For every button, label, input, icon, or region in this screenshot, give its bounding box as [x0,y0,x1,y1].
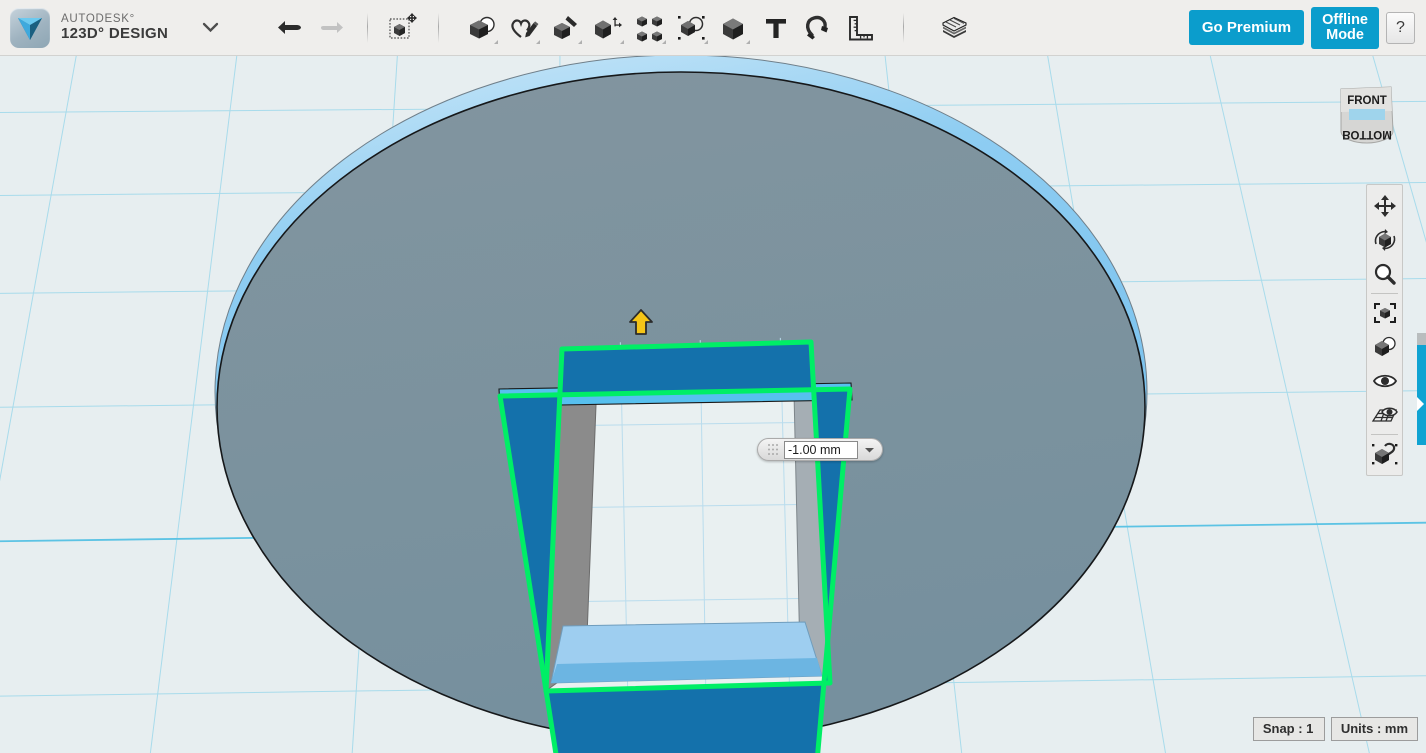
magnifier-zoom-icon[interactable] [1368,257,1401,291]
dropdown-corner-icon [746,39,751,44]
viewport-3d[interactable]: FRONT BOTTOM -1.00 mm Snap: 1 Units: m… [0,56,1426,753]
redo-button [311,6,353,50]
grid-snap-cube-icon[interactable] [1368,437,1401,471]
edge-slider[interactable] [1417,345,1426,445]
transform-tool-button[interactable] [382,6,424,50]
undo-button[interactable] [269,6,311,50]
pan-four-arrows-icon[interactable] [1368,189,1401,223]
combine-tool-button[interactable] [713,6,755,50]
app-header: AUTODESK° 123D° DESIGN Go Premium Offlin… [0,0,1426,56]
view-cube[interactable]: FRONT BOTTOM [1333,81,1401,156]
orbit-cube-icon[interactable] [1368,223,1401,257]
snap-status[interactable]: Snap : 1 [1252,717,1325,741]
brand-block: AUTODESK° 123D° DESIGN [0,7,219,48]
dropdown-corner-icon [704,39,709,44]
offline-mode-line1: Offline [1322,11,1368,28]
drag-grip-icon[interactable] [762,442,784,457]
snap-tool-button[interactable] [797,6,839,50]
modify-tool-button[interactable] [587,6,629,50]
view-cube-front-label: FRONT [1347,95,1387,107]
help-button[interactable]: ? [1386,11,1415,44]
dimension-input-widget[interactable] [757,438,883,461]
header-actions: Go Premium Offline Mode ? [1188,6,1426,49]
view-cube-bottom-label: BOTTOM [1342,128,1392,140]
toolbar-separator [903,12,905,43]
toolbar-separator [438,12,440,43]
fit-to-view-brackets-icon[interactable] [1368,296,1401,330]
dropdown-corner-icon [620,39,625,44]
measure-tool-button[interactable] [839,6,881,50]
sketch-tool-button[interactable] [503,6,545,50]
edge-slider-cap [1417,333,1426,345]
dimension-value-input[interactable] [784,440,858,459]
go-premium-button[interactable]: Go Premium [1188,10,1305,45]
dropdown-corner-icon [494,39,499,44]
offline-mode-line2: Mode [1326,26,1364,43]
construct-tool-button[interactable] [545,6,587,50]
nav-divider [1371,293,1398,294]
pattern-tool-button[interactable] [629,6,671,50]
view-cube-highlight-band [1349,109,1385,120]
cube-sphere-shade-icon[interactable] [1368,330,1401,364]
scene-render [0,56,1426,753]
brand-text: AUTODESK° 123D° DESIGN [61,13,168,41]
dropdown-corner-icon [536,39,541,44]
units-status[interactable]: Units : mm [1330,717,1418,741]
offline-mode-button[interactable]: Offline Mode [1311,6,1379,49]
eye-icon[interactable] [1368,364,1401,398]
caret-down-icon[interactable] [860,440,879,459]
app-window: AUTODESK° 123D° DESIGN Go Premium Offlin… [0,0,1426,753]
brand-product-label: 123D° DESIGN [61,24,169,42]
autodesk-123d-logo-icon [10,7,50,48]
status-bar: Snap : 1 Units : mm [1252,717,1418,741]
nav-divider [1371,434,1398,435]
grouping-tool-button[interactable] [671,6,713,50]
dropdown-corner-icon [662,39,667,44]
text-tool-button[interactable] [755,6,797,50]
navigation-toolbar [1366,184,1403,476]
extrude-up-arrow-icon[interactable] [626,308,656,338]
grid-eye-icon[interactable] [1368,398,1401,432]
brand-autodesk-label: AUTODESK° [61,13,135,26]
toolbar-separator [367,12,369,43]
main-toolbar [269,0,976,56]
chevron-down-icon[interactable] [202,22,219,33]
dropdown-corner-icon [578,39,583,44]
primitives-tool-button[interactable] [461,6,503,50]
material-tool-button[interactable] [934,6,976,50]
